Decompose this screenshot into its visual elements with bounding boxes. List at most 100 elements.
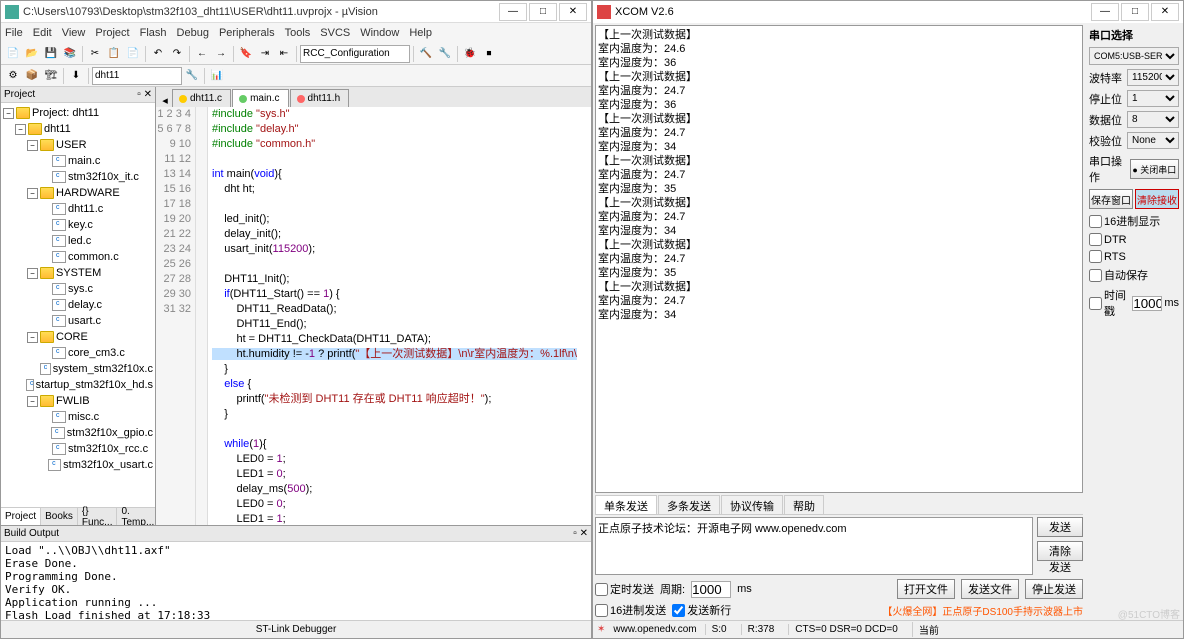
config-combo[interactable]: RCC_Configuration [300, 45, 410, 63]
dtr-checkbox[interactable]: DTR [1089, 233, 1179, 246]
menu-flash[interactable]: Flash [140, 27, 167, 39]
editor-tab[interactable]: dht11.c [172, 89, 231, 107]
clear-tx-button[interactable]: 清除发送 [1037, 541, 1083, 561]
baud-select[interactable]: 115200 [1127, 69, 1179, 86]
indent-icon[interactable]: ⇥ [256, 45, 274, 63]
bookmark-icon[interactable]: 🔖 [237, 45, 255, 63]
target-combo[interactable]: dht11 [92, 67, 182, 85]
project-tree[interactable]: −Project: dht11−dht11−USERmain.cstm32f10… [1, 103, 155, 507]
tree-item[interactable]: startup_stm32f10x_hd.s [3, 377, 153, 393]
menu-debug[interactable]: Debug [177, 27, 209, 39]
proj-tab[interactable]: Project [1, 508, 41, 525]
newline-checkbox[interactable]: 发送新行 [672, 602, 731, 618]
tree-item[interactable]: −HARDWARE [3, 185, 153, 201]
tree-item[interactable]: stm32f10x_it.c [3, 169, 153, 185]
period-input[interactable] [691, 581, 731, 598]
tree-item[interactable]: −CORE [3, 329, 153, 345]
send-file-button[interactable]: 发送文件 [961, 579, 1019, 599]
send-tab[interactable]: 多条发送 [658, 495, 720, 514]
tree-item[interactable]: −USER [3, 137, 153, 153]
port-toggle-button[interactable]: ● 关闭串口 [1130, 159, 1179, 179]
save-window-button[interactable]: 保存窗口 [1089, 189, 1133, 209]
rts-checkbox[interactable]: RTS [1089, 250, 1179, 263]
paste-icon[interactable]: 📄 [124, 45, 142, 63]
hex-display-checkbox[interactable]: 16进制显示 [1089, 213, 1179, 229]
build2-icon[interactable]: 📦 [23, 67, 41, 85]
tree-item[interactable]: main.c [3, 153, 153, 169]
panel-controls[interactable]: ▫ ✕ [137, 89, 152, 100]
tab-nav-icon[interactable]: ◂ [158, 94, 172, 107]
code-content[interactable]: #include "sys.h" #include "delay.h" #inc… [208, 107, 591, 525]
timestamp-checkbox[interactable]: 时间戳 ms [1089, 287, 1179, 319]
autosave-checkbox[interactable]: 自动保存 [1089, 267, 1179, 283]
fwd-icon[interactable]: → [212, 45, 230, 63]
proj-tab[interactable]: 0. Temp... [117, 508, 159, 525]
menu-window[interactable]: Window [360, 27, 399, 39]
tree-item[interactable]: core_cm3.c [3, 345, 153, 361]
outdent-icon[interactable]: ⇤ [275, 45, 293, 63]
tree-item[interactable]: led.c [3, 233, 153, 249]
editor-tab[interactable]: dht11.h [290, 89, 350, 107]
saveall-icon[interactable]: 📚 [61, 45, 79, 63]
tree-item[interactable]: usart.c [3, 313, 153, 329]
tree-item[interactable]: misc.c [3, 409, 153, 425]
manage-icon[interactable]: 📊 [208, 67, 226, 85]
tree-item[interactable]: −SYSTEM [3, 265, 153, 281]
tx-textarea[interactable]: 正点原子技术论坛：开源电子网 www.openedv.com [595, 517, 1033, 575]
clear-rx-button[interactable]: 清除接收 [1135, 189, 1179, 209]
menu-help[interactable]: Help [409, 27, 432, 39]
download-icon[interactable]: ⬇ [67, 67, 85, 85]
tree-item[interactable]: stm32f10x_rcc.c [3, 441, 153, 457]
close-button[interactable]: ✕ [559, 3, 587, 21]
proj-tab[interactable]: Books [41, 508, 78, 525]
back-icon[interactable]: ← [193, 45, 211, 63]
data-select[interactable]: 8 [1127, 111, 1179, 128]
tree-item[interactable]: stm32f10x_gpio.c [3, 425, 153, 441]
stop-select[interactable]: 1 [1127, 90, 1179, 107]
menu-tools[interactable]: Tools [285, 27, 311, 39]
tree-item[interactable]: −Project: dht11 [3, 105, 153, 121]
stop-send-button[interactable]: 停止发送 [1025, 579, 1083, 599]
build-icon[interactable]: 🔨 [417, 45, 435, 63]
menu-view[interactable]: View [62, 27, 86, 39]
minimize-button[interactable]: — [499, 3, 527, 21]
menu-edit[interactable]: Edit [33, 27, 52, 39]
tree-item[interactable]: sys.c [3, 281, 153, 297]
parity-select[interactable]: None [1127, 132, 1179, 149]
fold-column[interactable] [196, 107, 208, 525]
maximize-button[interactable]: □ [529, 3, 557, 21]
menu-peripherals[interactable]: Peripherals [219, 27, 275, 39]
timed-send-checkbox[interactable]: 定时发送 [595, 581, 654, 597]
rebuild-icon[interactable]: 🔧 [436, 45, 454, 63]
menu-svcs[interactable]: SVCS [320, 27, 350, 39]
rx-textarea[interactable]: 【上一次测试数据】室内温度为：24.6室内湿度为：36【上一次测试数据】室内温度… [595, 25, 1083, 493]
link[interactable]: www.openedv.com [613, 624, 696, 635]
new-icon[interactable]: 📄 [4, 45, 22, 63]
tree-item[interactable]: −FWLIB [3, 393, 153, 409]
menu-file[interactable]: File [5, 27, 23, 39]
maximize-button[interactable]: □ [1121, 3, 1149, 21]
editor-tab[interactable]: main.c [232, 89, 288, 107]
stop-icon[interactable]: ⏹ [480, 45, 498, 63]
send-tab[interactable]: 帮助 [784, 495, 824, 514]
options-icon[interactable]: 🔧 [183, 67, 201, 85]
tree-item[interactable]: system_stm32f10x.c [3, 361, 153, 377]
code-editor[interactable]: 1 2 3 4 5 6 7 8 9 10 11 12 13 14 15 16 1… [156, 107, 591, 525]
build-output[interactable]: Load "..\\OBJ\\dht11.axf" Erase Done. Pr… [1, 542, 591, 620]
port-select[interactable]: COM5:USB-SERIAL CH340 [1089, 47, 1179, 65]
redo-icon[interactable]: ↷ [168, 45, 186, 63]
send-button[interactable]: 发送 [1037, 517, 1083, 537]
proj-tab[interactable]: {} Func... [78, 508, 118, 525]
copy-icon[interactable]: 📋 [105, 45, 123, 63]
tree-item[interactable]: delay.c [3, 297, 153, 313]
open-icon[interactable]: 📂 [23, 45, 41, 63]
tree-item[interactable]: stm32f10x_usart.c [3, 457, 153, 473]
debug-icon[interactable]: 🐞 [461, 45, 479, 63]
tree-item[interactable]: key.c [3, 217, 153, 233]
send-tab[interactable]: 协议传输 [721, 495, 783, 514]
minimize-button[interactable]: — [1091, 3, 1119, 21]
tree-item[interactable]: −dht11 [3, 121, 153, 137]
cut-icon[interactable]: ✂ [86, 45, 104, 63]
tree-item[interactable]: dht11.c [3, 201, 153, 217]
panel-controls[interactable]: ▫ ✕ [573, 528, 588, 539]
